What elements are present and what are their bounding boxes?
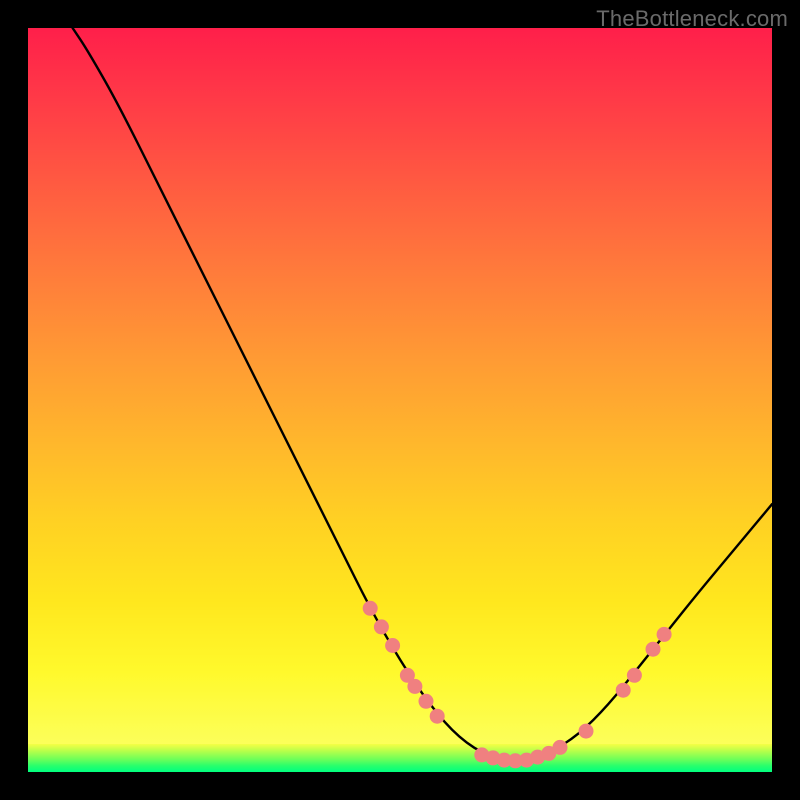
plot-area — [28, 28, 772, 772]
chart-stage: TheBottleneck.com — [0, 0, 800, 800]
attribution-label: TheBottleneck.com — [596, 6, 788, 32]
heat-gradient — [28, 28, 772, 744]
green-band — [28, 744, 772, 772]
